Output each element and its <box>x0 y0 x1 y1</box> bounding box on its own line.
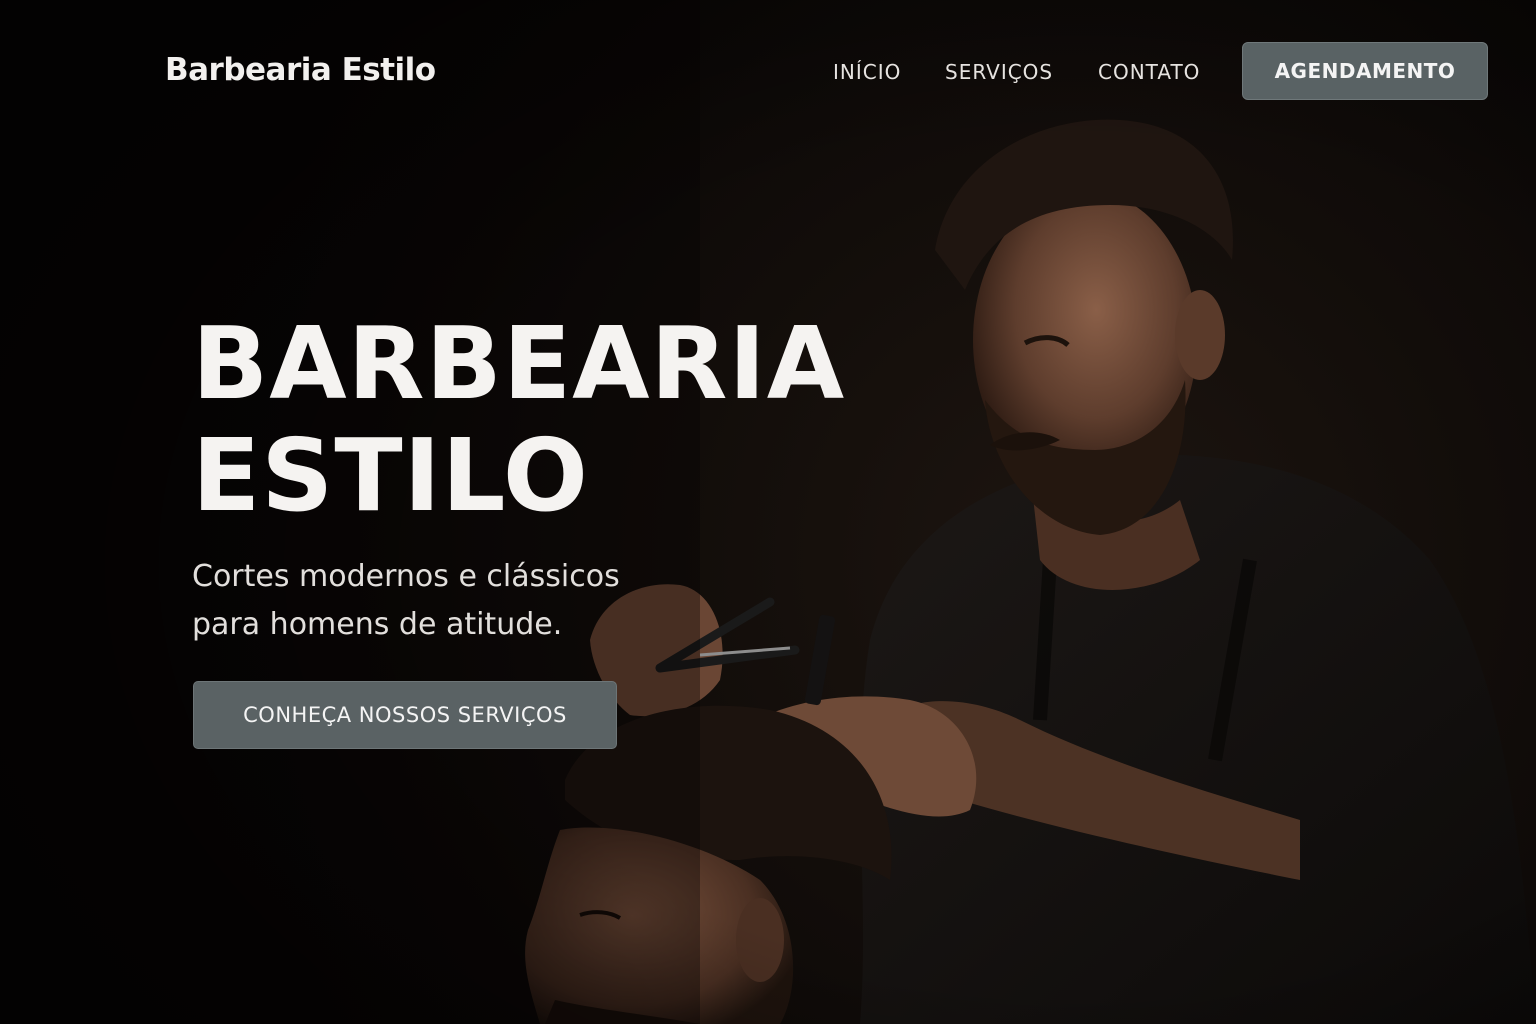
nav-link-inicio[interactable]: INÍCIO <box>833 60 901 84</box>
nav-link-contato[interactable]: CONTATO <box>1098 60 1200 84</box>
hero-title-line-1: BARBEARIA <box>192 305 846 422</box>
landing-page: Barbearia Estilo INÍCIO SERVIÇOS CONTATO… <box>0 0 1536 1024</box>
hero-subtitle-line-1: Cortes modernos e clássicos <box>192 559 620 594</box>
hero-subtitle: Cortes modernos e clássicos para homens … <box>192 553 620 649</box>
nav-link-servicos[interactable]: SERVIÇOS <box>945 60 1053 84</box>
brand-logo[interactable]: Barbearia Estilo <box>165 52 436 88</box>
hero-subtitle-line-2: para homens de atitude. <box>192 607 563 642</box>
hero-title: BARBEARIA ESTILO <box>192 308 845 532</box>
hero-title-line-2: ESTILO <box>192 417 589 534</box>
services-cta-button[interactable]: CONHEÇA NOSSOS SERVIÇOS <box>193 681 617 749</box>
agendamento-button[interactable]: AGENDAMENTO <box>1242 42 1488 100</box>
